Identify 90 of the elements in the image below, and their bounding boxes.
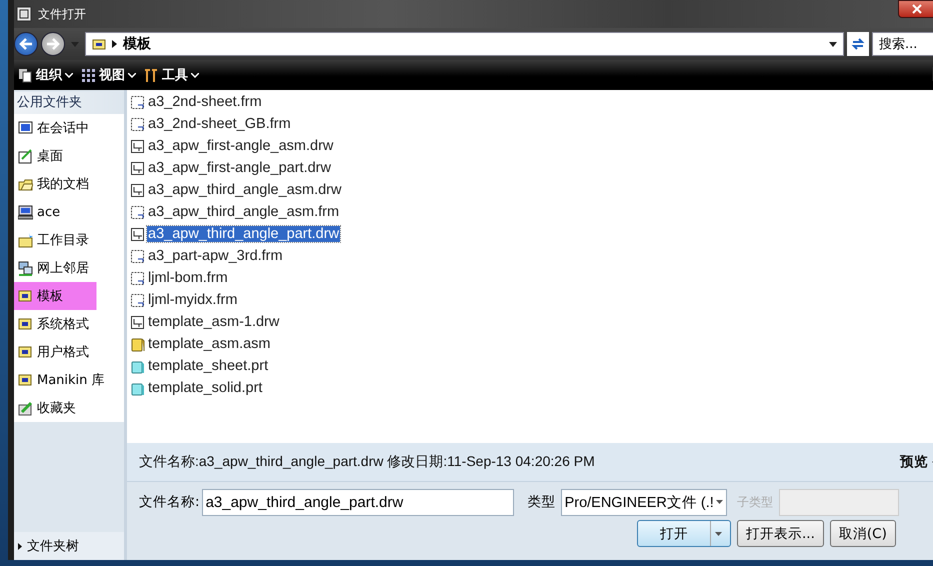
sidebar-item[interactable]: 在会话中 (14, 114, 124, 142)
notepad-icon (18, 148, 33, 164)
file-info: 文件名称:a3_apw_third_angle_part.drw 修改日期:11-Sep-13 04:20:26 PM (139, 453, 595, 471)
back-button[interactable] (14, 32, 38, 56)
sidebar-item[interactable]: 工作目录 (14, 226, 124, 254)
address-field[interactable]: 模板 (85, 32, 844, 56)
toolbar-menu[interactable]: 视图 (81, 66, 136, 84)
file-item[interactable]: ljml-myidx.frm (147, 292, 238, 308)
network-icon (18, 260, 33, 276)
folder-icon (92, 38, 106, 50)
pages-icon (18, 68, 33, 82)
toolbar-menu[interactable]: 工具 (144, 66, 199, 84)
assembly-cube-icon (130, 336, 145, 352)
sidebar-item[interactable]: 我的文档 (14, 170, 124, 198)
drawing-icon (130, 226, 145, 242)
sidebar-item[interactable]: 用户格式 (14, 338, 124, 366)
caret-icon (71, 42, 79, 46)
sidebar-item[interactable]: Manikin 库 (14, 366, 124, 394)
search-field[interactable]: 搜索... (872, 32, 933, 56)
sidebar-item[interactable]: ace (14, 198, 124, 226)
file-item[interactable]: a3_apw_third_angle_part.drw (147, 226, 340, 242)
dashed-frame-icon (130, 94, 145, 110)
field-label: 子类型 (736, 494, 773, 510)
drawing-icon (130, 314, 145, 330)
type-dropdown[interactable]: Pro/ENGINEER文件 (.! (560, 488, 727, 516)
dashed-frame-icon (130, 116, 145, 132)
file-item[interactable]: a3_apw_first-angle_part.drw (147, 160, 332, 176)
arrow-left-icon (19, 38, 33, 50)
drawing-icon (130, 138, 145, 154)
dashed-frame-icon (130, 270, 145, 286)
open-folder-icon (18, 176, 33, 192)
chevron-down-icon (128, 72, 136, 78)
folder-icon (18, 344, 33, 360)
caret-icon (829, 42, 837, 46)
dialog-button[interactable]: 打开 (637, 520, 731, 547)
part-cube-icon (130, 380, 145, 396)
refresh-icon (851, 37, 865, 51)
drawing-icon (130, 182, 145, 198)
pencil-folder-icon (18, 400, 33, 416)
file-item[interactable]: template_solid.prt (147, 380, 264, 396)
monitor-icon (18, 120, 33, 136)
dashed-frame-icon (130, 248, 145, 264)
refresh-button[interactable] (847, 32, 869, 56)
triangle-right-icon (112, 40, 117, 48)
chevron-down-icon (191, 72, 199, 78)
sidebar-item[interactable]: 网上邻居 (14, 254, 124, 282)
computer-icon (18, 204, 33, 220)
arrow-right-icon (46, 38, 60, 50)
window-icon (16, 6, 32, 22)
preview-toggle[interactable]: 预览 (900, 453, 933, 471)
caret-icon (715, 532, 722, 536)
filename-field[interactable]: a3_apw_third_angle_part.drw (202, 488, 514, 516)
folder-icon (18, 288, 33, 304)
close-icon (912, 4, 922, 14)
file-item[interactable]: a3_part-apw_3rd.frm (147, 248, 284, 264)
part-cube-icon (130, 358, 145, 374)
file-item[interactable]: a3_2nd-sheet_GB.frm (147, 116, 292, 132)
sidebar-item[interactable]: 系统格式 (14, 310, 124, 338)
caret-icon (716, 500, 723, 504)
forward-button[interactable] (41, 32, 65, 56)
window-title: 文件打开 (38, 6, 87, 22)
sidebar-item[interactable]: 收藏夹 (14, 394, 124, 422)
dashed-frame-icon (130, 204, 145, 220)
folder-tree-toggle[interactable]: 文件夹树 (14, 532, 124, 560)
grid-icon (81, 68, 96, 82)
sidebar-item[interactable]: 桌面 (14, 142, 124, 170)
file-item[interactable]: a3_2nd-sheet.frm (147, 94, 263, 110)
file-item[interactable]: ljml-bom.frm (147, 270, 229, 286)
file-item[interactable]: a3_apw_third_angle_asm.drw (147, 182, 342, 198)
file-item[interactable]: template_asm.asm (147, 336, 272, 352)
tools-icon (144, 68, 159, 82)
sidebar-item[interactable]: 模板 (14, 282, 124, 310)
dialog-button[interactable]: 打开表示... (737, 520, 824, 547)
folder-star-icon (18, 232, 33, 248)
address-path: 模板 (123, 35, 151, 53)
chevron-down-icon (65, 72, 73, 78)
file-item[interactable]: template_sheet.prt (147, 358, 270, 374)
field-label: 类型 (528, 493, 556, 511)
field-label: 文件名称: (139, 493, 200, 511)
file-item[interactable]: template_asm-1.drw (147, 314, 280, 330)
folder-icon (18, 372, 33, 388)
dashed-frame-icon (130, 292, 145, 308)
file-item[interactable]: a3_apw_first-angle_asm.drw (147, 138, 334, 154)
folder-icon (18, 316, 33, 332)
dialog-button[interactable]: 取消(C) (830, 520, 896, 547)
drawing-icon (130, 160, 145, 176)
triangle-right-icon (18, 542, 22, 550)
close-button[interactable] (898, 0, 933, 18)
file-item[interactable]: a3_apw_third_angle_asm.frm (147, 204, 340, 220)
toolbar-menu[interactable]: 组织 (18, 66, 73, 84)
